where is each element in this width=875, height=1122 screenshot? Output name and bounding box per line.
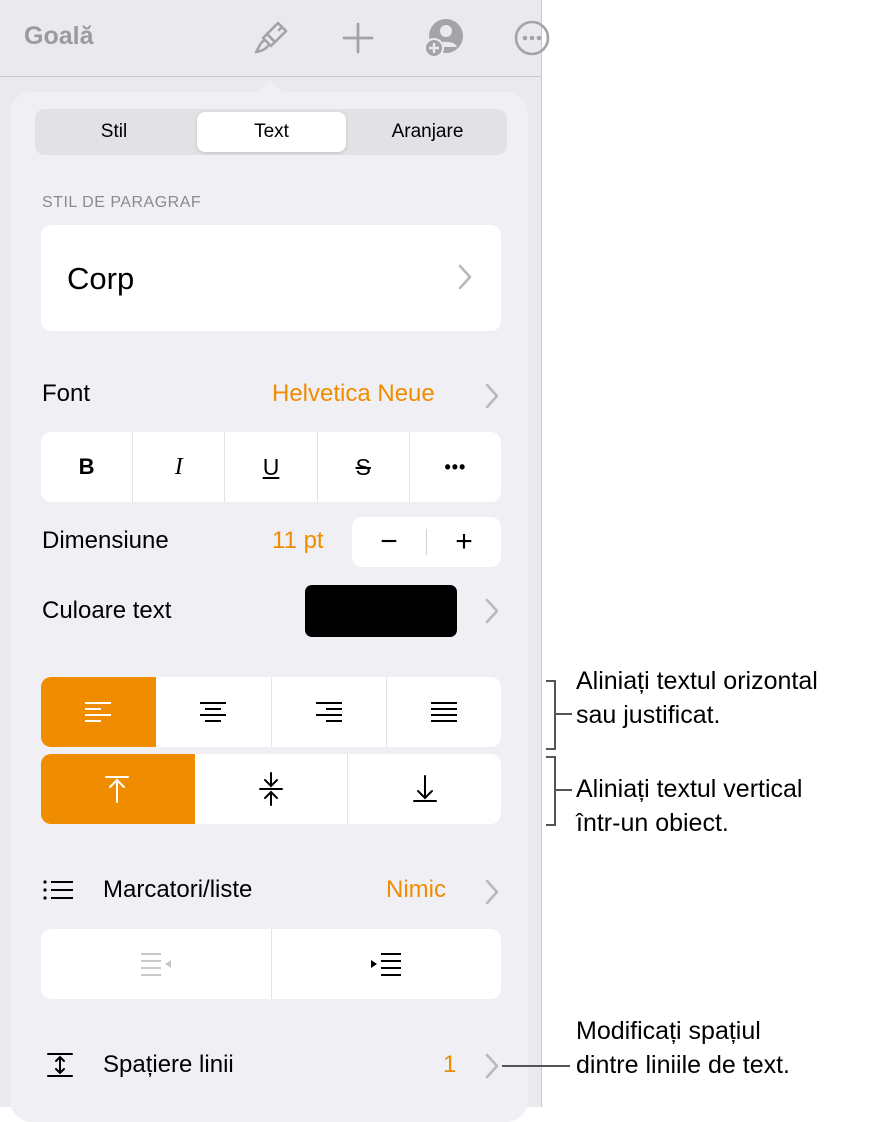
list-icon <box>42 878 74 907</box>
italic-button[interactable]: I <box>133 432 226 502</box>
format-tabs: Stil Text Aranjare <box>35 109 507 155</box>
font-value[interactable]: Helvetica Neue <box>272 380 435 408</box>
underline-button[interactable]: U <box>225 432 318 502</box>
size-decrease-button[interactable]: − <box>352 517 426 567</box>
spacing-callout-leader <box>502 1065 570 1067</box>
vertical-callout-bracket <box>546 756 556 826</box>
size-label: Dimensiune <box>42 527 169 554</box>
align-bottom-button[interactable] <box>348 754 501 824</box>
align-justify-button[interactable] <box>387 677 501 747</box>
toolbar-divider <box>0 76 542 77</box>
size-increase-button[interactable]: + <box>427 517 501 567</box>
chevron-right-icon <box>457 263 473 296</box>
spacing-callout-line1: Modificați spațiul <box>576 1017 761 1045</box>
line-spacing-label: Spațiere linii <box>103 1051 234 1078</box>
indent-buttons <box>41 929 501 999</box>
text-color-swatch[interactable] <box>305 585 457 637</box>
paintbrush-icon[interactable] <box>247 14 295 62</box>
tab-text[interactable]: Text <box>197 112 346 152</box>
document-title[interactable]: Goală <box>24 22 93 51</box>
horizontal-callout-line2: sau justificat. <box>576 701 721 729</box>
more-styles-button[interactable]: ••• <box>410 432 501 502</box>
more-icon[interactable] <box>512 18 552 58</box>
bullets-chevron-right-icon[interactable] <box>484 878 500 911</box>
spacing-callout-line2: dintre liniile de text. <box>576 1051 791 1079</box>
align-middle-button[interactable] <box>195 754 349 824</box>
horizontal-callout-bracket <box>546 680 556 750</box>
line-spacing-value[interactable]: 1 <box>443 1051 456 1079</box>
increase-indent-button[interactable] <box>272 929 502 999</box>
align-top-button[interactable] <box>41 754 195 824</box>
line-spacing-icon <box>46 1052 74 1083</box>
bullets-value[interactable]: Nimic <box>386 876 446 904</box>
paragraph-style-value: Corp <box>67 261 135 296</box>
size-stepper: − + <box>352 517 501 567</box>
tab-aranjare[interactable]: Aranjare <box>351 112 504 152</box>
tab-stil[interactable]: Stil <box>38 112 190 152</box>
vertical-callout-line1: Aliniați textul vertical <box>576 775 803 803</box>
horizontal-align-buttons <box>41 677 501 747</box>
paragraph-style-heading: STIL DE PARAGRAF <box>42 194 202 211</box>
strikethrough-button[interactable]: S <box>318 432 410 502</box>
align-center-button[interactable] <box>156 677 272 747</box>
bullets-label: Marcatori/liste <box>103 876 253 903</box>
font-style-buttons: B I U S ••• <box>41 432 501 502</box>
line-spacing-chevron-right-icon[interactable] <box>484 1052 500 1085</box>
font-chevron-right-icon[interactable] <box>484 382 500 415</box>
text-color-chevron-right-icon[interactable] <box>484 597 500 630</box>
vertical-callout-tick <box>556 789 572 791</box>
size-value[interactable]: 11 pt <box>272 527 324 555</box>
horizontal-callout-tick <box>556 713 572 715</box>
font-label: Font <box>42 380 91 407</box>
decrease-indent-button[interactable] <box>41 929 272 999</box>
horizontal-callout-line1: Aliniați textul orizontal <box>576 667 818 695</box>
align-right-button[interactable] <box>272 677 387 747</box>
collaborate-icon[interactable] <box>418 12 470 64</box>
paragraph-style-selector[interactable]: Corp <box>41 225 501 331</box>
vertical-align-buttons <box>41 754 501 824</box>
vertical-callout-line2: într-un obiect. <box>576 809 729 837</box>
bold-button[interactable]: B <box>41 432 134 502</box>
text-color-label: Culoare text <box>42 597 172 624</box>
plus-icon[interactable] <box>334 14 382 62</box>
align-left-button[interactable] <box>41 677 157 747</box>
